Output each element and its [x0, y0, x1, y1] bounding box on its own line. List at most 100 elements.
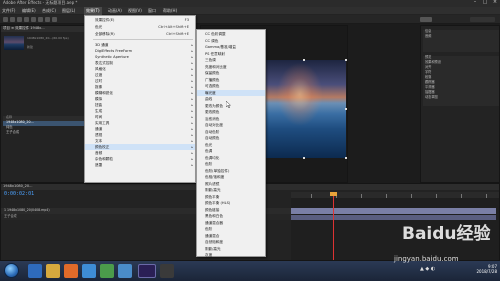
time-ruler[interactable]	[291, 192, 499, 198]
submenu-item[interactable]: 自动对比度	[197, 122, 265, 128]
menu-animation[interactable]: 动画(A)	[108, 8, 122, 13]
close-icon[interactable]: ×	[490, 0, 500, 7]
current-timecode[interactable]: 0:00:02:01	[4, 192, 34, 197]
submenu-item[interactable]: 自然饱和度	[197, 239, 265, 245]
submenu-item[interactable]: 自动色阶	[197, 129, 265, 135]
footage-info: 1948x1080_20...(60.00 fps)	[27, 36, 69, 40]
submenu-item[interactable]: 阴影/高光	[197, 187, 265, 193]
rotate-tool-icon[interactable]	[31, 17, 36, 22]
project-item[interactable]: 王子合成	[3, 130, 85, 136]
playhead-handle[interactable]	[330, 192, 337, 196]
layer-clip-bar[interactable]	[291, 208, 496, 214]
submenu-item[interactable]: 颜色平衡 (HLS)	[197, 200, 265, 206]
panel-tab-motion-sketch[interactable]: 动态草图	[423, 95, 499, 101]
selection-tool-icon[interactable]	[10, 17, 15, 22]
submenu-item[interactable]: 亮度和对比度	[197, 64, 265, 70]
project-item-list: 名称 1948x1080_20... 纯色 王子合成	[3, 116, 85, 136]
menu-window[interactable]: 窗口	[148, 8, 156, 13]
info-panel: 信息 音频	[423, 29, 499, 52]
app-icon[interactable]	[160, 264, 174, 278]
watermark-logo: Baidu经验	[402, 224, 491, 244]
submenu-item[interactable]: 广播颜色	[197, 77, 265, 83]
transform-handle[interactable]	[303, 157, 305, 159]
project-panel: 项目 ≡ 效果控件 1948x... 1948x1080_20...(60.00…	[0, 25, 86, 183]
hand-tool-icon[interactable]	[17, 17, 22, 22]
submenu-item[interactable]: CC 调色	[197, 38, 265, 44]
submenu-item[interactable]: 阴影/高光	[197, 246, 265, 252]
submenu-item[interactable]: 通道混合器	[197, 220, 265, 226]
composition-frame[interactable]	[261, 59, 347, 159]
menu-item-effect-controls[interactable]: 效果控件(E) F3	[85, 17, 195, 23]
baidu-watermark: Baidu经验 jingyan.baidu.com	[390, 226, 496, 280]
layer-clip-bar[interactable]	[291, 215, 496, 220]
search-help-icon[interactable]	[470, 17, 495, 22]
menu-help[interactable]: 帮助(H)	[163, 8, 177, 13]
menu-layer[interactable]: 图层(L)	[62, 8, 75, 13]
menu-composition[interactable]: 合成(C)	[42, 8, 56, 13]
maximize-icon[interactable]: □	[480, 0, 490, 7]
submenu-item[interactable]: 更改为颜色	[197, 103, 265, 109]
submenu-item[interactable]: 颜色平衡	[197, 194, 265, 200]
submenu-item[interactable]: 色阶(单独控件)	[197, 168, 265, 174]
workspace-switch-icon[interactable]	[420, 17, 432, 22]
transform-handle[interactable]	[345, 108, 347, 110]
submenu-item[interactable]: 色调	[197, 148, 265, 154]
submenu-item[interactable]: 可选颜色	[197, 83, 265, 89]
submenu-item[interactable]: PS 任意映射	[197, 51, 265, 57]
start-button-icon[interactable]	[4, 263, 19, 278]
menu-item-category[interactable]: 遮罩 ▸	[85, 162, 195, 168]
submenu-item[interactable]: 灰度	[197, 252, 265, 258]
watermark-url: jingyan.baidu.com	[394, 255, 459, 263]
submenu-item[interactable]: 色阶	[197, 161, 265, 167]
footage-thumbnail[interactable]	[4, 36, 24, 50]
minimize-icon[interactable]: –	[470, 0, 480, 7]
panel-stack: 预览 效果和预设 对齐 字符 段落 跟踪器 平滑器 摇摆器 动态草图	[423, 55, 499, 106]
transform-handle[interactable]	[303, 59, 305, 61]
submenu-item[interactable]: 色相/饱和度	[197, 174, 265, 180]
transform-handle[interactable]	[345, 59, 347, 61]
menu-item-remove-all[interactable]: 全部移除(R) Ctrl+Shift+E	[85, 31, 195, 37]
submenu-item[interactable]: 更改颜色	[197, 109, 265, 115]
submenu-item[interactable]: 色调均化	[197, 155, 265, 161]
project-panel-header: 项目 ≡ 效果控件 1948x...	[1, 26, 85, 32]
submenu-item[interactable]: CC 色彩调整	[197, 31, 265, 37]
submenu-item[interactable]: 色阶	[197, 226, 265, 232]
after-effects-icon[interactable]	[138, 264, 156, 278]
firefox-icon[interactable]	[64, 264, 78, 278]
menu-edit[interactable]: 编辑(E)	[22, 8, 36, 13]
submenu-item[interactable]: 自动颜色	[197, 135, 265, 141]
app-icon[interactable]	[118, 264, 132, 278]
menu-view[interactable]: 视图(V)	[128, 8, 142, 13]
submenu-item[interactable]: 治愈消色	[197, 116, 265, 122]
color-correction-submenu: CC 色彩调整 CC 调色 Gamma/基准/增益 PS 任意映射 三色调 亮度…	[196, 29, 266, 257]
app-icon[interactable]	[100, 264, 114, 278]
submenu-item[interactable]: 颜色链接	[197, 207, 265, 213]
menu-file[interactable]: 文件(F)	[2, 8, 15, 13]
submenu-item[interactable]: 曲线	[197, 96, 265, 102]
playhead[interactable]	[333, 192, 334, 260]
pen-tool-icon[interactable]	[45, 17, 50, 22]
ie-icon[interactable]	[28, 264, 42, 278]
submenu-item[interactable]: 三色调	[197, 57, 265, 63]
menu-bar: 文件(F) 编辑(E) 合成(C) 图层(L) 效果(T) 动画(A) 视图(V…	[0, 7, 500, 15]
submenu-item[interactable]: 通道混合	[197, 233, 265, 239]
submenu-item-exposure[interactable]: 曝光度	[197, 89, 265, 96]
audio-panel-title[interactable]: 音频	[423, 34, 499, 40]
window-title: Adobe After Effects - 无标题项目.aep *	[3, 0, 78, 5]
menu-separator	[93, 39, 193, 40]
submenu-item[interactable]: Gamma/基准/增益	[197, 44, 265, 50]
menu-effect[interactable]: 效果(T)	[84, 7, 102, 15]
submenu-item[interactable]: 照片滤镜	[197, 181, 265, 187]
browser-icon[interactable]	[82, 264, 96, 278]
submenu-item[interactable]: 保留颜色	[197, 70, 265, 76]
folder-icon[interactable]	[46, 264, 60, 278]
transform-handle[interactable]	[345, 157, 347, 159]
camera-tool-icon[interactable]	[38, 17, 43, 22]
home-icon[interactable]	[3, 17, 8, 22]
menu-item-recent-effect[interactable]: 色光 Ctrl+Alt+Shift+E	[85, 24, 195, 30]
tools-toolbar	[0, 15, 500, 24]
submenu-item[interactable]: 色光	[197, 142, 265, 148]
text-tool-icon[interactable]	[52, 17, 57, 22]
submenu-item[interactable]: 黑色和白色	[197, 213, 265, 219]
zoom-tool-icon[interactable]	[24, 17, 29, 22]
